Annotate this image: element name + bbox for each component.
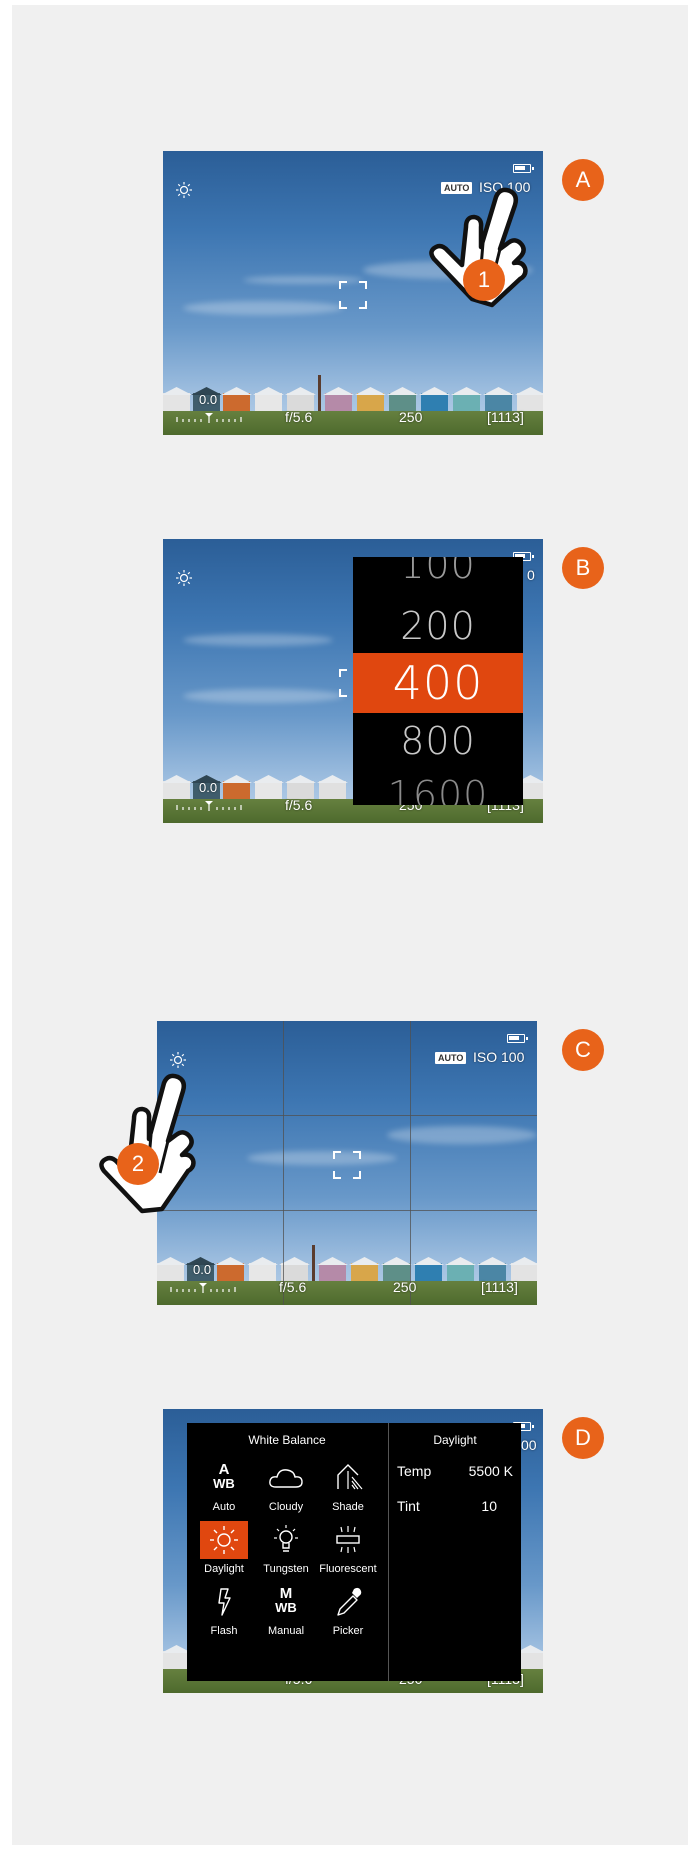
- grid-line: [410, 1021, 411, 1305]
- wb-option-label: Fluorescent: [319, 1563, 377, 1575]
- exposure-compensation-value: 0.0: [193, 1262, 212, 1277]
- white-balance-title: White Balance: [248, 1433, 326, 1447]
- wb-option-shade[interactable]: Shade: [318, 1459, 378, 1521]
- wb-option-auto[interactable]: A WB Auto: [194, 1459, 254, 1521]
- manual-wb-icon: M WB: [262, 1583, 310, 1621]
- grid-line: [157, 1115, 537, 1116]
- wb-option-manual[interactable]: M WB Manual: [256, 1583, 316, 1645]
- shots-remaining: [1113]: [481, 1279, 518, 1295]
- iso-value-partial: 0: [527, 567, 535, 583]
- exposure-scale: [170, 1283, 236, 1293]
- shutter-speed-value[interactable]: 250: [399, 409, 422, 425]
- shots-remaining: [1113]: [487, 409, 524, 425]
- section-marker-a: A: [562, 159, 604, 201]
- temp-label: Temp: [397, 1463, 432, 1479]
- white-balance-options: White Balance A WB Auto Cloudy Shade Day…: [187, 1423, 387, 1681]
- wb-option-fluorescent[interactable]: Fluorescent: [318, 1521, 378, 1583]
- wb-option-label: Picker: [332, 1625, 364, 1637]
- grid-line: [283, 1021, 284, 1305]
- detail-title: Daylight: [433, 1433, 477, 1447]
- iso-option-100[interactable]: 100: [353, 557, 523, 585]
- cloudy-icon: [269, 1469, 303, 1488]
- daylight-sun-icon: [200, 1521, 248, 1559]
- beach-huts: [157, 1245, 537, 1283]
- cloud: [247, 1151, 397, 1165]
- tint-value[interactable]: 10: [481, 1498, 497, 1514]
- shutter-speed-value[interactable]: 250: [393, 1279, 416, 1295]
- exposure-scale: [176, 801, 242, 811]
- flash-bolt-icon: [218, 1588, 231, 1616]
- iso-value[interactable]: ISO 100: [473, 1049, 524, 1065]
- wb-option-label: Shade: [332, 1501, 364, 1513]
- white-balance-sun-icon[interactable]: [175, 569, 193, 587]
- section-marker-c: C: [562, 1029, 604, 1071]
- battery-icon: [507, 1034, 528, 1043]
- white-balance-detail: Daylight Temp 5500 K Tint 10: [388, 1423, 521, 1681]
- wb-option-flash[interactable]: Flash: [194, 1583, 254, 1645]
- eyedropper-icon: [337, 1587, 362, 1616]
- manual-wb-icon-bottom: WB: [275, 1600, 297, 1615]
- camera-screen-b: 0 0.0 f/5.6 250 [1113] 100 200 400 800 1…: [163, 539, 543, 823]
- shade-icon: [337, 1464, 363, 1490]
- focus-frame: [333, 1151, 361, 1179]
- exposure-compensation-value: 0.0: [199, 780, 218, 795]
- section-marker-d: D: [562, 1417, 604, 1459]
- step-1-marker: 1: [463, 259, 505, 301]
- white-balance-sun-icon[interactable]: [175, 181, 193, 199]
- auto-iso-badge: AUTO: [435, 1052, 467, 1064]
- auto-wb-icon-bottom: WB: [213, 1476, 235, 1491]
- iso-option-1600[interactable]: 1600: [353, 773, 523, 805]
- cloud: [183, 689, 343, 703]
- iso-value-partial: 00: [521, 1437, 537, 1453]
- fluorescent-tube-icon: [336, 1526, 360, 1553]
- focus-frame: [339, 281, 367, 309]
- wb-option-picker[interactable]: Picker: [318, 1583, 378, 1645]
- camera-screen-c: AUTO ISO 100 0.0 f/5.6 250 [1113]: [157, 1021, 537, 1305]
- section-marker-b: B: [562, 547, 604, 589]
- battery-icon: [513, 164, 534, 173]
- grid-line: [157, 1210, 537, 1211]
- manual-wb-icon-top: M: [279, 1585, 293, 1602]
- tap-hand-icon: [99, 1073, 196, 1214]
- iso-option-400-selected[interactable]: 400: [353, 653, 523, 713]
- tungsten-bulb-icon: [274, 1525, 298, 1552]
- white-balance-panel: White Balance A WB Auto Cloudy Shade Day…: [187, 1423, 521, 1681]
- exposure-scale: [176, 413, 242, 423]
- cloud: [183, 634, 333, 646]
- page-background: AUTO ISO 100 0.0 f/5.6 250 [1113] 1 A 0 …: [12, 5, 688, 1845]
- iso-option-200[interactable]: 200: [353, 599, 523, 653]
- cloud: [183, 301, 343, 315]
- aperture-value[interactable]: f/5.6: [285, 797, 312, 813]
- wb-option-daylight[interactable]: Daylight: [194, 1521, 254, 1583]
- wb-option-tungsten[interactable]: Tungsten: [256, 1521, 316, 1583]
- iso-option-800[interactable]: 800: [353, 713, 523, 769]
- auto-wb-icon: A WB: [200, 1459, 248, 1497]
- aperture-value[interactable]: f/5.6: [285, 409, 312, 425]
- iso-picker[interactable]: 100 200 400 800 1600: [353, 557, 523, 805]
- beach-huts: [163, 375, 543, 413]
- wb-option-cloudy[interactable]: Cloudy: [256, 1459, 316, 1521]
- aperture-value[interactable]: f/5.6: [279, 1279, 306, 1295]
- step-2-marker: 2: [117, 1143, 159, 1185]
- temp-value[interactable]: 5500 K: [469, 1463, 513, 1479]
- auto-wb-icon-top: A: [218, 1461, 230, 1478]
- tint-label: Tint: [397, 1498, 420, 1514]
- exposure-compensation-value: 0.0: [199, 392, 218, 407]
- camera-screen-d: 00 f/5.6 250 [1113] White Balance A WB A…: [163, 1409, 543, 1693]
